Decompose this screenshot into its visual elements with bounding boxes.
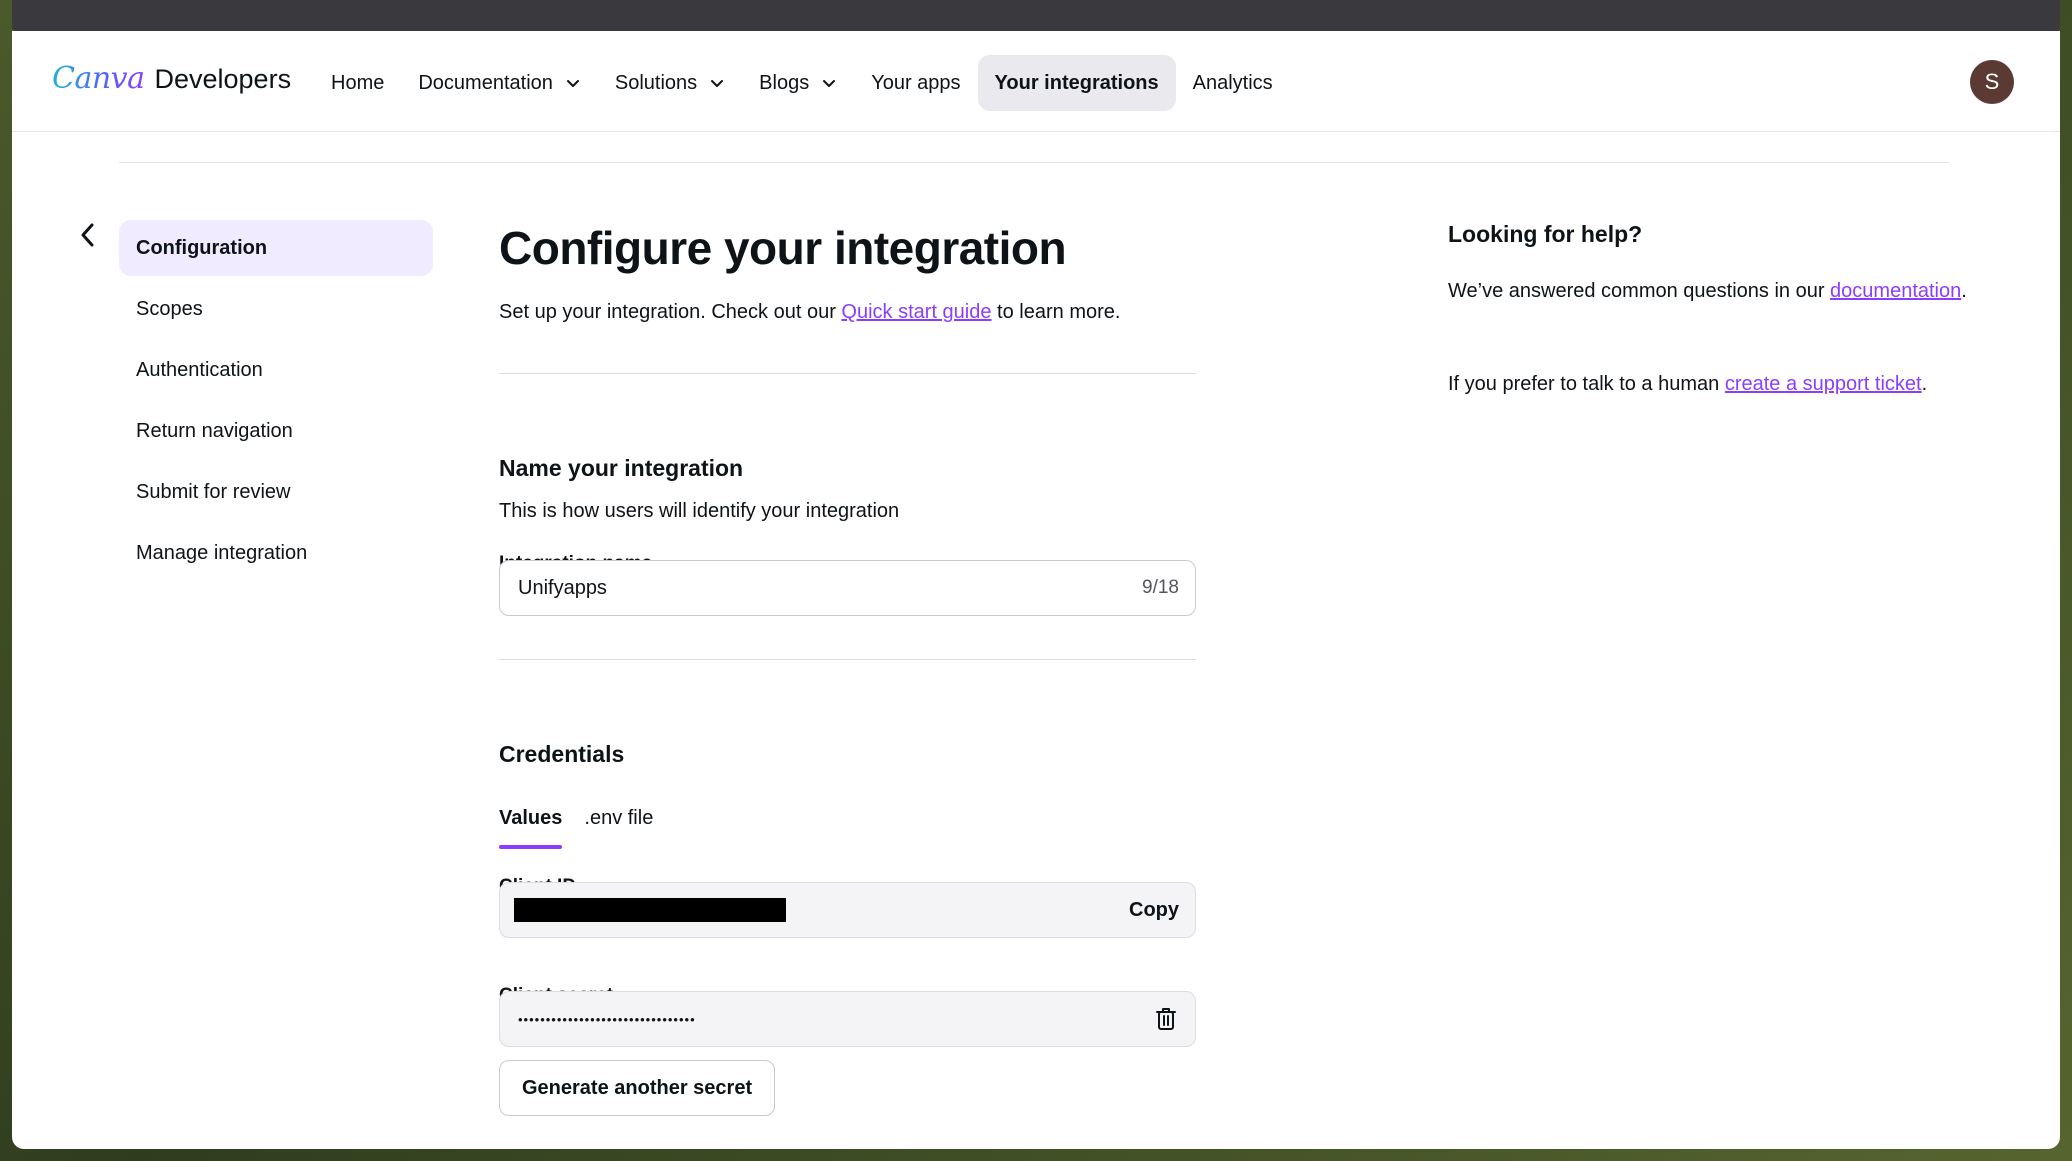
client-id-redacted xyxy=(514,898,786,922)
chevron-down-icon xyxy=(566,80,579,87)
help-docs-text: We’ve answered common questions in our xyxy=(1448,280,1831,302)
nav-blogs-label: Blogs xyxy=(759,71,810,94)
help-support-period: . xyxy=(1921,373,1928,395)
main-nav: Home Documentation Solutions Blogs Your … xyxy=(314,55,1290,111)
sidebar-item-submit-for-review[interactable]: Submit for review xyxy=(119,464,433,520)
header-divider xyxy=(119,162,1949,163)
nav-blogs[interactable]: Blogs xyxy=(742,55,854,111)
sidebar-item-configuration[interactable]: Configuration xyxy=(119,220,433,276)
back-button[interactable] xyxy=(74,221,102,249)
sidebar-item-label: Submit for review xyxy=(136,480,291,503)
help-title: Looking for help? xyxy=(1448,221,1643,247)
brand-developers-label: Developers xyxy=(154,64,292,94)
brand-logo[interactable]: Canva Developers xyxy=(52,61,291,101)
nav-solutions[interactable]: Solutions xyxy=(598,55,742,111)
documentation-link[interactable]: documentation xyxy=(1830,280,1961,302)
section-divider xyxy=(499,373,1196,374)
browser-top-strip xyxy=(12,0,2060,31)
nav-solutions-label: Solutions xyxy=(614,71,698,94)
char-counter: 9/18 xyxy=(1142,577,1179,598)
sidebar-nav: Configuration Scopes Authentication Retu… xyxy=(119,220,433,586)
sidebar-item-label: Return navigation xyxy=(136,419,293,442)
app-window: Canva Developers Home Documentation Solu… xyxy=(12,31,2060,1149)
integration-name-value: Unifyapps xyxy=(518,576,607,599)
tab-env-file-label: .env file xyxy=(584,807,654,829)
nav-analytics-label: Analytics xyxy=(1192,71,1273,94)
trash-icon xyxy=(1156,1008,1176,1030)
sidebar-item-manage-integration[interactable]: Manage integration xyxy=(119,525,433,581)
avatar-initial: S xyxy=(1984,69,2000,94)
help-paragraph-docs: We’ve answered common questions in our d… xyxy=(1448,276,1968,307)
nav-your-integrations-label: Your integrations xyxy=(994,71,1159,94)
help-paragraph-support: If you prefer to talk to a human create … xyxy=(1448,369,1968,400)
tab-values[interactable]: Values xyxy=(499,807,563,849)
generate-secret-label: Generate another secret xyxy=(522,1076,753,1099)
lead-text-before: Set up your integration. Check out our xyxy=(499,301,842,323)
tab-env-file[interactable]: .env file xyxy=(584,807,653,849)
sidebar-item-authentication[interactable]: Authentication xyxy=(119,342,433,398)
client-id-field[interactable]: Copy xyxy=(499,882,1196,938)
delete-secret-button[interactable] xyxy=(1153,1005,1179,1033)
page-title: Configure your integration xyxy=(499,222,1067,274)
help-docs-period: . xyxy=(1961,280,1967,302)
chevron-left-icon xyxy=(81,223,94,247)
credentials-heading: Credentials xyxy=(499,741,625,767)
top-header: Canva Developers Home Documentation Solu… xyxy=(12,31,2060,132)
integration-name-input[interactable]: Unifyapps 9/18 xyxy=(499,560,1196,616)
generate-secret-button[interactable]: Generate another secret xyxy=(499,1060,776,1116)
nav-documentation[interactable]: Documentation xyxy=(401,55,598,111)
sidebar-item-label: Manage integration xyxy=(136,541,308,564)
copy-client-id-button[interactable]: Copy xyxy=(1129,899,1179,922)
page-lead: Set up your integration. Check out our Q… xyxy=(499,301,1120,324)
name-section-heading: Name your integration xyxy=(499,455,744,481)
nav-documentation-label: Documentation xyxy=(418,71,553,94)
quick-start-guide-link[interactable]: Quick start guide xyxy=(841,301,991,323)
section-divider xyxy=(499,659,1196,660)
help-support-text: If you prefer to talk to a human xyxy=(1448,373,1725,395)
credentials-tabs: Values .env file xyxy=(499,807,675,849)
create-support-ticket-link[interactable]: create a support ticket xyxy=(1725,373,1922,395)
tab-values-label: Values xyxy=(499,807,563,829)
sidebar-item-label: Scopes xyxy=(136,297,203,320)
brand-canva-wordmark: Canva xyxy=(52,61,145,96)
nav-analytics[interactable]: Analytics xyxy=(1176,55,1290,111)
lead-text-after: to learn more. xyxy=(991,301,1121,323)
sidebar-item-label: Configuration xyxy=(136,236,268,259)
nav-your-apps[interactable]: Your apps xyxy=(854,55,977,111)
chevron-down-icon xyxy=(823,80,836,87)
name-section-description: This is how users will identify your int… xyxy=(499,500,900,522)
client-secret-masked: •••••••••••••••••••••••••••••••• xyxy=(518,1011,696,1027)
avatar[interactable]: S xyxy=(1970,60,2014,104)
sidebar-item-scopes[interactable]: Scopes xyxy=(119,281,433,337)
nav-your-apps-label: Your apps xyxy=(871,71,961,94)
chevron-down-icon xyxy=(711,80,724,87)
client-secret-field[interactable]: •••••••••••••••••••••••••••••••• xyxy=(499,991,1196,1047)
nav-home[interactable]: Home xyxy=(314,55,401,111)
nav-your-integrations[interactable]: Your integrations xyxy=(977,55,1176,111)
sidebar-item-return-navigation[interactable]: Return navigation xyxy=(119,403,433,459)
nav-home-label: Home xyxy=(331,71,385,94)
sidebar-item-label: Authentication xyxy=(136,358,263,381)
